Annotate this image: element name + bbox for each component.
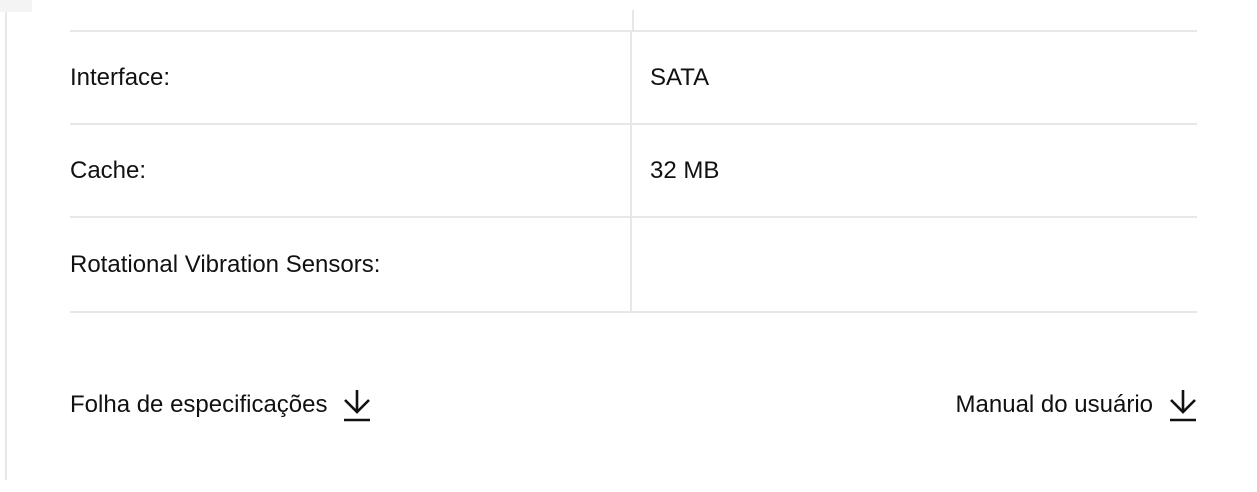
product-spec-page: Interface: SATA Cache: 32 MB Rotational …	[0, 0, 1257, 492]
downloads-bar: Folha de especificações Manual do usuári…	[70, 384, 1199, 426]
download-arrow-icon[interactable]	[341, 387, 373, 423]
spec-table-top-edge	[70, 0, 1197, 32]
spec-value: SATA	[650, 63, 710, 91]
spec-value	[632, 218, 1197, 311]
left-border	[5, 12, 7, 480]
spec-row-rotational-vibration-sensors: Rotational Vibration Sensors:	[70, 218, 1197, 313]
spec-row-cache: Cache: 32 MB	[70, 125, 1197, 218]
spec-sheet-download-link[interactable]: Folha de especificações	[70, 387, 373, 423]
column-divider	[632, 10, 634, 30]
spec-table: Interface: SATA Cache: 32 MB Rotational …	[70, 0, 1197, 313]
spec-label: Rotational Vibration Sensors:	[70, 218, 632, 311]
manual-download-label: Manual do usuário	[955, 391, 1153, 418]
spec-sheet-download-label: Folha de especificações	[70, 391, 328, 418]
spec-value: 32 MB	[650, 156, 720, 184]
download-arrow-icon[interactable]	[1167, 387, 1199, 423]
top-edge-shade	[0, 0, 32, 12]
manual-download-link[interactable]: Manual do usuário	[956, 387, 1199, 423]
spec-label: Cache:	[70, 125, 632, 216]
spec-label: Interface:	[70, 32, 632, 123]
spec-row-interface: Interface: SATA	[70, 32, 1197, 125]
